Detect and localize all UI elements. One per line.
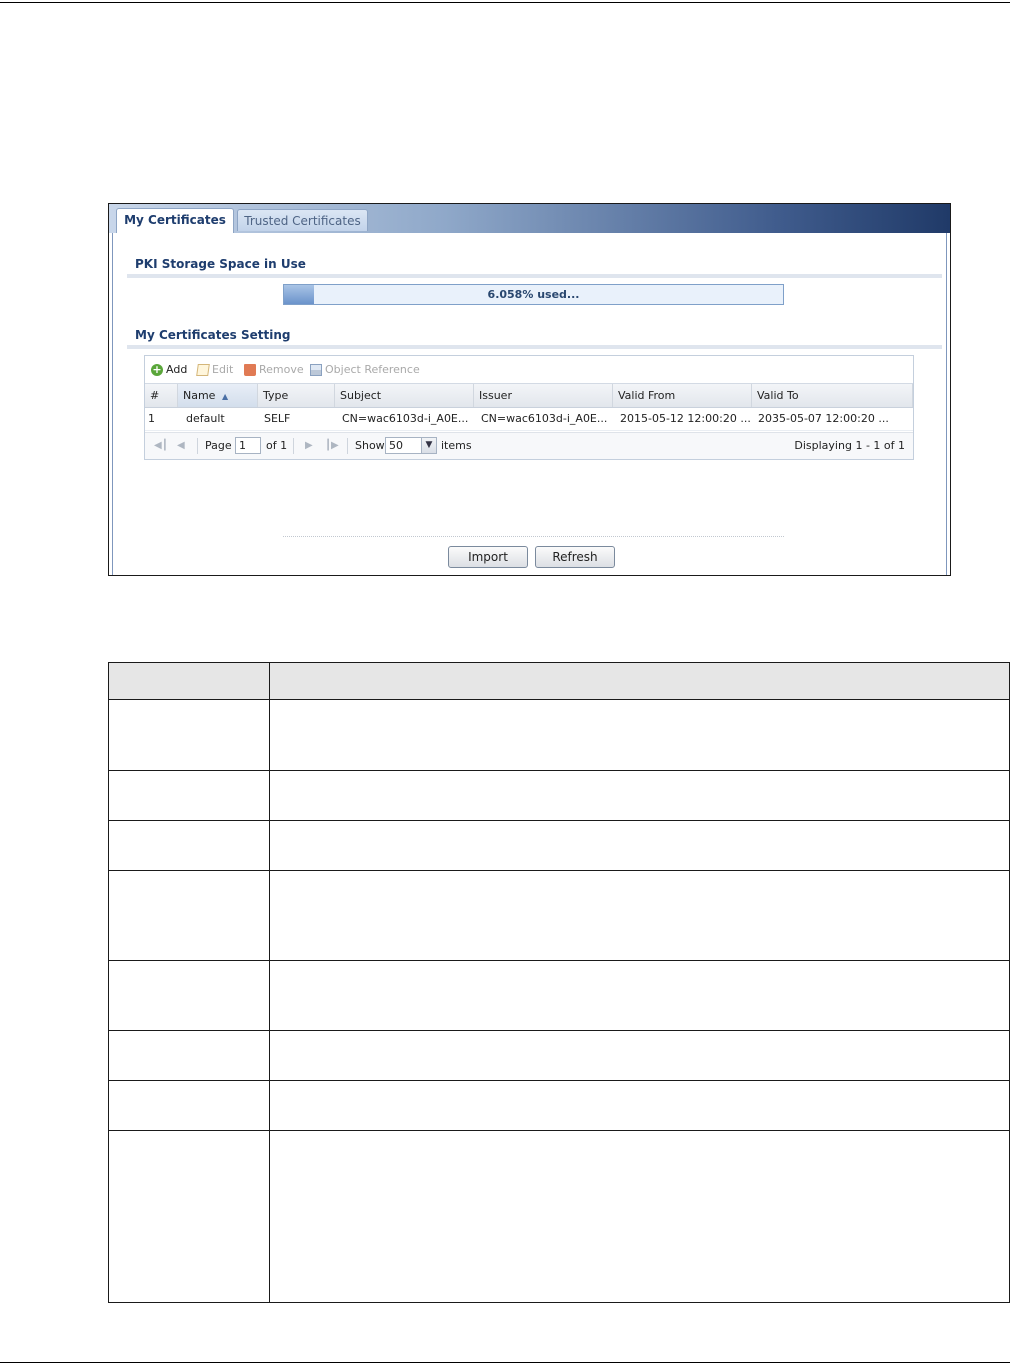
label-cell xyxy=(108,1030,270,1081)
section-divider xyxy=(127,345,942,349)
column-header-issuer[interactable]: Issuer xyxy=(474,384,613,407)
chevron-down-icon[interactable]: ▼ xyxy=(421,438,436,453)
refresh-button[interactable]: Refresh xyxy=(535,546,615,568)
remove-button[interactable]: Remove xyxy=(244,362,304,378)
cell-name: default xyxy=(186,412,225,425)
column-header-name[interactable]: Name ▲ xyxy=(178,384,258,407)
cell-issuer: CN=wac6103d-i_A0E... xyxy=(481,412,608,425)
table-row xyxy=(108,1080,1010,1131)
next-page-icon[interactable]: ▶ xyxy=(305,438,313,454)
tab-bar: My Certificates Trusted Certificates xyxy=(109,204,950,233)
pki-storage-title: PKI Storage Space in Use xyxy=(135,257,306,271)
page-bottom-rule xyxy=(0,1362,1010,1363)
previous-page-icon[interactable]: ◀ xyxy=(177,438,185,454)
column-header-name-label: Name xyxy=(183,389,216,402)
page-top-rule xyxy=(0,2,1010,3)
cell-subject: CN=wac6103d-i_A0E... xyxy=(342,412,469,425)
table-row xyxy=(108,820,1010,871)
description-cell xyxy=(269,1080,1010,1131)
table-row xyxy=(108,1130,1010,1303)
progress-label: 6.058% used... xyxy=(487,288,580,301)
pager-separator xyxy=(293,438,294,454)
label-cell xyxy=(108,770,270,821)
description-cell xyxy=(269,870,1010,961)
my-certificates-setting-title: My Certificates Setting xyxy=(135,328,291,342)
pki-storage-progress-bar: 6.058% used... xyxy=(283,284,784,305)
pagination-bar: ◀┃ ◀ Page 1 of 1 ▶ ┃▶ Show 50 ▼ items Di… xyxy=(145,432,913,459)
edit-label: Edit xyxy=(212,363,234,376)
displaying-count: Displaying 1 - 1 of 1 xyxy=(794,439,905,452)
add-icon: + xyxy=(151,363,163,376)
section-divider xyxy=(127,274,942,278)
table-row xyxy=(108,870,1010,961)
object-reference-label: Object Reference xyxy=(325,363,420,376)
column-header-type[interactable]: Type xyxy=(258,384,335,407)
tab-my-certificates[interactable]: My Certificates xyxy=(116,208,234,233)
edit-icon xyxy=(196,364,210,376)
table-toolbar: + Add Edit Remove Object Reference xyxy=(145,356,913,383)
pager-separator xyxy=(347,438,348,454)
label-cell xyxy=(108,870,270,961)
column-header-valid-from[interactable]: Valid From xyxy=(613,384,752,407)
page-label: Page xyxy=(205,439,232,452)
table-row[interactable]: 1 default SELF CN=wac6103d-i_A0E... CN=w… xyxy=(145,408,913,431)
show-label: Show xyxy=(355,439,385,452)
trash-icon xyxy=(244,364,256,376)
table-row xyxy=(108,960,1010,1031)
add-label: Add xyxy=(166,363,188,376)
cell-valid-to: 2035-05-07 12:00:20 ... xyxy=(758,412,889,425)
table-header-row xyxy=(108,662,1010,700)
description-cell xyxy=(269,770,1010,821)
first-page-icon[interactable]: ◀┃ xyxy=(154,438,168,454)
tab-trusted-certificates[interactable]: Trusted Certificates xyxy=(237,209,368,231)
add-button[interactable]: + Add xyxy=(151,362,187,378)
page-count-label: of 1 xyxy=(266,439,288,452)
import-button[interactable]: Import xyxy=(448,546,528,568)
object-reference-icon xyxy=(310,364,322,376)
table-row xyxy=(108,699,1010,771)
table-row xyxy=(108,770,1010,821)
items-label: items xyxy=(441,439,472,452)
label-cell xyxy=(108,960,270,1031)
label-cell xyxy=(108,699,270,771)
column-header-subject[interactable]: Subject xyxy=(335,384,474,407)
sort-ascending-icon: ▲ xyxy=(221,392,229,401)
page-number-input[interactable]: 1 xyxy=(235,437,261,454)
label-cell xyxy=(108,820,270,871)
description-cell xyxy=(269,1030,1010,1081)
column-header-number[interactable]: # xyxy=(145,384,178,407)
certificates-window: My Certificates Trusted Certificates PKI… xyxy=(108,203,951,576)
cell-type: SELF xyxy=(264,412,291,425)
certificates-table: + Add Edit Remove Object Reference # Nam… xyxy=(144,355,914,460)
column-header-valid-to[interactable]: Valid To xyxy=(752,384,913,407)
description-cell xyxy=(269,960,1010,1031)
cell-number: 1 xyxy=(148,412,155,425)
object-reference-button[interactable]: Object Reference xyxy=(310,362,420,378)
cell-valid-from: 2015-05-12 12:00:20 ... xyxy=(620,412,751,425)
button-divider xyxy=(283,536,784,537)
description-cell xyxy=(269,820,1010,871)
page-size-value: 50 xyxy=(389,439,403,452)
page-size-select[interactable]: 50 ▼ xyxy=(385,437,437,454)
remove-label: Remove xyxy=(259,363,304,376)
header-label-cell xyxy=(108,662,270,700)
description-cell xyxy=(269,699,1010,771)
header-description-cell xyxy=(269,662,1010,700)
last-page-icon[interactable]: ┃▶ xyxy=(325,438,339,454)
tab-content: PKI Storage Space in Use 6.058% used... … xyxy=(112,233,947,575)
description-table xyxy=(108,662,1010,1303)
pager-separator xyxy=(197,438,198,454)
description-cell xyxy=(269,1130,1010,1303)
table-header: # Name ▲ Type Subject Issuer Valid From … xyxy=(145,383,913,408)
label-cell xyxy=(108,1130,270,1303)
table-row xyxy=(108,1030,1010,1081)
label-cell xyxy=(108,1080,270,1131)
edit-button[interactable]: Edit xyxy=(196,362,234,378)
